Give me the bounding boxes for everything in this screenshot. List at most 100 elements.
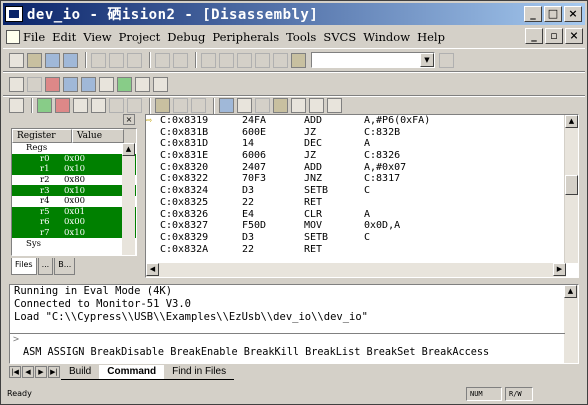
tab-files[interactable]: Files: [11, 258, 37, 275]
bookmark-toggle-icon[interactable]: [237, 52, 252, 68]
source-browser-icon[interactable]: [117, 76, 132, 92]
menu-tools[interactable]: Tools: [286, 30, 316, 44]
doc-close-button[interactable]: ×: [565, 28, 583, 44]
register-row[interactable]: r1 0x10: [12, 164, 136, 175]
step-into-icon[interactable]: [73, 98, 88, 113]
scroll-up-icon[interactable]: ▲: [565, 115, 578, 128]
column-header-register[interactable]: Register: [12, 129, 72, 143]
memory-window-icon[interactable]: [273, 98, 288, 113]
register-row[interactable]: r2 0x80: [12, 175, 136, 186]
tab-next-icon[interactable]: ▶: [35, 366, 47, 378]
save-all-icon[interactable]: [63, 52, 78, 68]
tab-books[interactable]: B...: [54, 258, 76, 275]
register-row[interactable]: r4 0x00: [12, 196, 136, 207]
disassembly-vscrollbar[interactable]: ▲: [564, 115, 578, 263]
find-icon[interactable]: [439, 52, 454, 68]
menu-svcs[interactable]: SVCS: [323, 30, 356, 44]
menu-file[interactable]: File: [23, 30, 45, 44]
register-scrollbar[interactable]: ▲: [122, 143, 135, 255]
find-combo[interactable]: ▼: [311, 52, 435, 68]
document-icon[interactable]: [6, 30, 20, 44]
disassembly-line[interactable]: C:0x8325 22 RET: [146, 197, 578, 209]
hand-icon[interactable]: [99, 76, 114, 92]
tab-find-in-files[interactable]: Find in Files: [164, 365, 235, 380]
cut-icon[interactable]: [91, 52, 106, 68]
unindent-icon[interactable]: [219, 52, 234, 68]
scroll-up-icon[interactable]: ▲: [564, 285, 577, 298]
disassembly-window-icon[interactable]: [219, 98, 234, 113]
disassembly-line[interactable]: C:0x8320 2407 ADD A,#0x07: [146, 162, 578, 174]
doc-restore-button[interactable]: ▫: [545, 28, 563, 44]
open-file-icon[interactable]: [27, 52, 42, 68]
disassembly-line[interactable]: C:0x831B 600E JZ C:832B: [146, 127, 578, 139]
run-to-cursor-icon[interactable]: [127, 98, 142, 113]
bookmark-clear-icon[interactable]: [291, 52, 306, 68]
menu-project[interactable]: Project: [119, 30, 161, 44]
bookmark-next-icon[interactable]: [255, 52, 270, 68]
scroll-left-icon[interactable]: ◀: [146, 263, 159, 276]
tab-prev-icon[interactable]: ◀: [22, 366, 34, 378]
disassembly-line[interactable]: C:0x832A 22 RET: [146, 244, 578, 256]
window-alt-icon[interactable]: [27, 76, 42, 92]
toolbox-icon[interactable]: [327, 98, 342, 113]
code-coverage-icon[interactable]: [255, 98, 270, 113]
register-row[interactable]: r0 0x00: [12, 153, 136, 165]
watch-window-icon[interactable]: [237, 98, 252, 113]
register-row[interactable]: r6 0x00: [12, 217, 136, 228]
tree-group-regs[interactable]: Regs: [12, 143, 136, 154]
panel-close-icon[interactable]: ×: [123, 114, 135, 125]
register-row[interactable]: r5 0x01: [12, 206, 136, 218]
disassembly-line[interactable]: C:0x8322 70F3 JNZ C:8317: [146, 173, 578, 185]
disassembly-line[interactable]: ⇨ C:0x8319 24FA ADD A,#P6(0xFA): [146, 115, 578, 127]
disassembly-line[interactable]: C:0x831E 6006 JZ C:8326: [146, 150, 578, 162]
column-header-value[interactable]: Value: [72, 129, 124, 143]
doc-minimize-button[interactable]: _: [525, 28, 543, 44]
stop-icon[interactable]: [55, 98, 70, 113]
bookmark-prev-icon[interactable]: [273, 52, 288, 68]
run-icon[interactable]: [37, 98, 52, 113]
title-bar[interactable]: dev_io - 硒ision2 - [Disassembly] _ □ ×: [3, 3, 585, 25]
scroll-right-icon[interactable]: ▶: [553, 263, 566, 276]
chevron-down-icon[interactable]: ▼: [420, 53, 434, 67]
performance-analyzer-icon[interactable]: [309, 98, 324, 113]
scroll-thumb[interactable]: [565, 175, 578, 195]
settings-icon[interactable]: [153, 76, 168, 92]
debug-start-icon[interactable]: [45, 76, 60, 92]
menu-help[interactable]: Help: [417, 30, 445, 44]
tab-regs[interactable]: ...: [37, 258, 54, 275]
show-next-statement-icon[interactable]: [155, 98, 170, 113]
disassembly-line[interactable]: C:0x831D 14 DEC A: [146, 138, 578, 150]
indent-icon[interactable]: [201, 52, 216, 68]
disassembly-line[interactable]: C:0x8324 D3 SETB C: [146, 185, 578, 197]
output-scrollbar[interactable]: ▲: [564, 285, 578, 363]
disassembly-window[interactable]: ⇨ C:0x8319 24FA ADD A,#P6(0xFA) C:0x831B 600E J…: [145, 114, 579, 278]
menu-window[interactable]: Window: [363, 30, 410, 44]
disassembly-line[interactable]: C:0x8329 D3 SETB C: [146, 232, 578, 244]
register-row[interactable]: r3 0x10: [12, 185, 136, 196]
menu-peripherals[interactable]: Peripherals: [212, 30, 279, 44]
save-icon[interactable]: [45, 52, 60, 68]
new-file-icon[interactable]: [9, 52, 24, 68]
scroll-up-icon[interactable]: ▲: [122, 143, 135, 156]
tab-command[interactable]: Command: [99, 364, 165, 380]
menu-debug[interactable]: Debug: [167, 30, 205, 44]
redo-icon[interactable]: [173, 52, 188, 68]
step-out-icon[interactable]: [109, 98, 124, 113]
reset-icon[interactable]: [9, 98, 24, 113]
menu-edit[interactable]: Edit: [52, 30, 76, 44]
options-icon[interactable]: [135, 76, 150, 92]
maximize-button[interactable]: □: [544, 6, 562, 22]
disassembly-line[interactable]: C:0x8326 E4 CLR A: [146, 209, 578, 221]
register-row[interactable]: r7 0x10: [12, 227, 136, 239]
serial-window-icon[interactable]: [291, 98, 306, 113]
tab-build[interactable]: Build: [61, 365, 100, 380]
copy-icon[interactable]: [109, 52, 124, 68]
project-window-icon[interactable]: [63, 76, 78, 92]
command-input[interactable]: >: [9, 333, 565, 346]
menu-view[interactable]: View: [83, 30, 111, 44]
tree-group-sys[interactable]: Sys: [12, 238, 136, 249]
output-window-icon[interactable]: [81, 76, 96, 92]
close-button[interactable]: ×: [564, 6, 582, 22]
undo-icon[interactable]: [155, 52, 170, 68]
step-over-icon[interactable]: [91, 98, 106, 113]
